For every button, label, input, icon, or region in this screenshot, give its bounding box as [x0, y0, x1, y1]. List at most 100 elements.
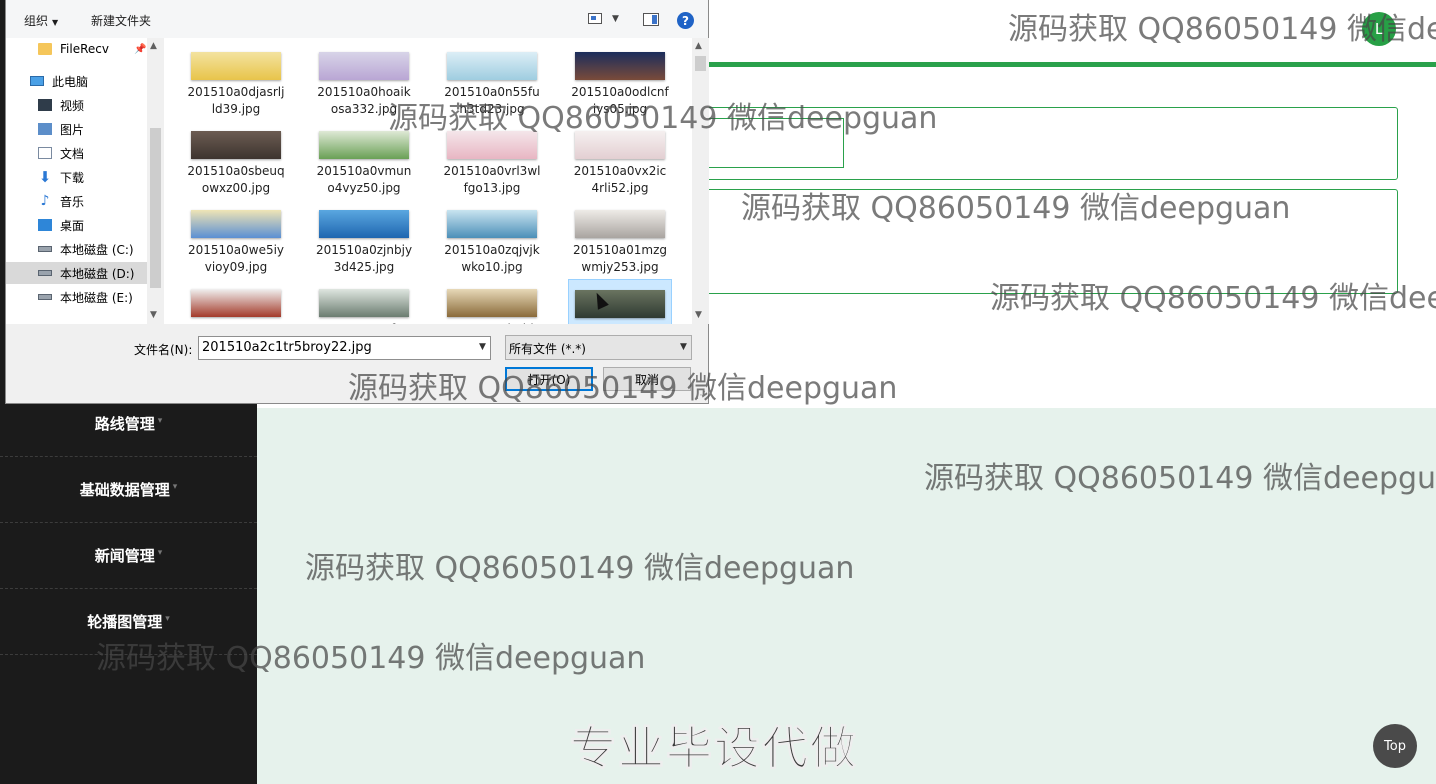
file-tile[interactable]: 201510a0zqjvjkwko10.jpg	[440, 200, 544, 276]
nav-scrollbar[interactable]: ▲ ▼	[147, 38, 164, 324]
nav-item-label: 文档	[60, 146, 85, 161]
caret-icon: ▾	[165, 613, 170, 624]
nav-item-videos[interactable]: 视频	[6, 94, 147, 116]
help-icon[interactable]: ?	[677, 12, 694, 29]
image-thumbnail-icon	[319, 52, 409, 80]
file-tile[interactable]: 201510a0hoaikosa332.jpg	[312, 42, 416, 118]
nav-scrollbar-thumb[interactable]	[150, 128, 161, 288]
nav-item-desktop[interactable]: 桌面	[6, 214, 147, 236]
back-to-top-button[interactable]: Top	[1373, 724, 1417, 768]
file-name: 201510a0vx2ic4rli52.jpg	[573, 164, 667, 195]
nav-item-music[interactable]: ♪ 音乐	[6, 190, 147, 212]
navigation-pane: FileRecv 📌 此电脑 视频 图片 文档 ⬇ 下载 ♪ 音乐 桌面 本地磁盘 …	[6, 38, 147, 324]
change-view-icon[interactable]	[588, 13, 602, 24]
image-thumbnail-icon	[319, 289, 409, 317]
file-tile[interactable]: 201510a2c1tr5	[568, 279, 672, 324]
file-tile[interactable]: 201510a0we5iyvioy09.jpg	[184, 200, 288, 276]
disk-drive-icon	[38, 246, 52, 252]
desktop-icon	[38, 219, 52, 231]
view-dropdown-icon[interactable]: ▼	[612, 14, 619, 24]
nav-item-disk-d[interactable]: 本地磁盘 (D:)	[6, 262, 147, 284]
file-list-scrollbar-thumb[interactable]	[695, 56, 706, 71]
file-tile[interactable]: 201510a0zjnbjy3d425.jpg	[312, 200, 416, 276]
file-name: 201510a1m52r	[184, 321, 288, 324]
file-tile[interactable]: 201510a2bnbk	[440, 279, 544, 324]
nav-item-pictures[interactable]: 图片	[6, 118, 147, 140]
nav-item-this-pc[interactable]: 此电脑	[6, 70, 147, 92]
nav-item-disk-c[interactable]: 本地磁盘 (C:)	[6, 238, 147, 260]
file-list-scrollbar[interactable]: ▲ ▼	[692, 38, 709, 324]
organize-button[interactable]: 组织 ▼	[24, 12, 58, 29]
caret-icon: ▾	[157, 547, 163, 558]
scroll-down-arrow-icon[interactable]: ▼	[695, 310, 702, 320]
file-name: 201510a2c1tr5	[569, 322, 671, 324]
nav-item-downloads[interactable]: ⬇ 下载	[6, 166, 147, 188]
form-upload-box[interactable]	[700, 189, 1398, 294]
file-tile[interactable]: 201510a1m52r	[184, 279, 288, 324]
image-thumbnail-icon	[447, 131, 537, 159]
sidebar-item-news[interactable]: 新闻管理 ▾	[0, 523, 257, 589]
filename-input[interactable]: 201510a2c1tr5broy22.jpg	[198, 336, 491, 360]
image-thumbnail-icon	[319, 131, 409, 159]
footer-slogan: 专业毕设代做	[570, 721, 858, 776]
image-thumbnail-icon	[447, 52, 537, 80]
file-tile[interactable]: 201510a0vmuno4vyz50.jpg	[312, 121, 416, 197]
nav-item-disk-e[interactable]: 本地磁盘 (E:)	[6, 286, 147, 308]
nav-item-label: 视频	[60, 98, 85, 113]
filename-label: 文件名(N):	[134, 343, 193, 357]
scroll-up-arrow-icon[interactable]: ▲	[150, 41, 157, 51]
sidebar-item-basic-data[interactable]: 基础数据管理 ▾	[0, 457, 257, 523]
sidebar-item-label: 新闻管理	[94, 547, 155, 565]
image-thumbnail-icon	[191, 52, 281, 80]
sidebar-item-label: 基础数据管理	[79, 481, 170, 499]
filetype-select[interactable]: 所有文件 (*.*)	[505, 335, 692, 360]
new-folder-button[interactable]: 新建文件夹	[91, 12, 151, 29]
open-button[interactable]: 打开(O)	[505, 367, 593, 391]
nav-item-label: FileRecv	[60, 42, 109, 56]
file-name: 201510a1nrfn4	[312, 321, 416, 324]
video-folder-icon	[38, 99, 52, 111]
file-tile[interactable]: 201510a0vrl3wlfgo13.jpg	[440, 121, 544, 197]
user-avatar[interactable]: L	[1362, 12, 1396, 46]
computer-icon	[30, 76, 44, 86]
cancel-button[interactable]: 取消	[603, 367, 691, 391]
filename-dropdown-icon[interactable]: ▼	[479, 342, 486, 352]
resize-grip-icon[interactable]: ⋰	[696, 390, 706, 401]
sidebar-item-carousel[interactable]: 轮播图管理 ▾	[0, 589, 257, 655]
file-name: 201510a0odlcnfiys05.jpg	[571, 85, 669, 116]
file-name: 201510a01mzgwmjy253.jpg	[572, 243, 668, 274]
file-name: 201510a0n55fuh3td23.jpg	[444, 85, 540, 116]
file-tile[interactable]: 201510a0djasrljld39.jpg	[184, 42, 288, 118]
file-tile[interactable]: 201510a01mzgwmjy253.jpg	[568, 200, 672, 276]
sidebar-item-label: 轮播图管理	[87, 613, 163, 631]
file-name: 201510a0sbeuqowxz00.jpg	[187, 164, 285, 195]
scroll-up-arrow-icon[interactable]: ▲	[695, 41, 702, 51]
file-tile[interactable]: 201510a0sbeuqowxz00.jpg	[184, 121, 288, 197]
filetype-dropdown-icon[interactable]: ▼	[680, 342, 687, 352]
file-tile[interactable]: 201510a0odlcnfiys05.jpg	[568, 42, 672, 118]
file-open-dialog: 组织 ▼ 新建文件夹 ▼ ? FileRecv 📌 此电脑 视频 图片 文档 ⬇ 下…	[5, 0, 709, 404]
nav-item-label: 本地磁盘 (D:)	[60, 266, 135, 281]
file-name: 201510a0djasrljld39.jpg	[187, 85, 285, 116]
nav-item-filerecv[interactable]: FileRecv 📌	[6, 38, 147, 60]
preview-pane-icon[interactable]	[643, 13, 659, 26]
nav-item-documents[interactable]: 文档	[6, 142, 147, 164]
file-tile[interactable]: 201510a0n55fuh3td23.jpg	[440, 42, 544, 118]
dropdown-arrow-icon: ▼	[52, 18, 59, 27]
image-thumbnail-icon	[447, 289, 537, 317]
nav-item-label: 本地磁盘 (E:)	[60, 290, 133, 305]
file-tile[interactable]: 201510a0vx2ic4rli52.jpg	[568, 121, 672, 197]
nav-item-label: 桌面	[60, 218, 85, 233]
disk-drive-icon	[38, 270, 52, 276]
form-input-inner[interactable]	[700, 118, 844, 168]
image-thumbnail-icon	[575, 210, 665, 238]
nav-item-label: 本地磁盘 (C:)	[60, 242, 134, 257]
image-thumbnail-icon	[575, 52, 665, 80]
pin-icon: 📌	[134, 43, 147, 55]
file-tile[interactable]: 201510a1nrfn4	[312, 279, 416, 324]
file-name: 201510a0vmuno4vyz50.jpg	[316, 164, 412, 195]
nav-item-label: 下载	[60, 170, 85, 185]
image-thumbnail-icon	[447, 210, 537, 238]
scroll-down-arrow-icon[interactable]: ▼	[150, 310, 157, 320]
disk-drive-icon	[38, 294, 52, 300]
